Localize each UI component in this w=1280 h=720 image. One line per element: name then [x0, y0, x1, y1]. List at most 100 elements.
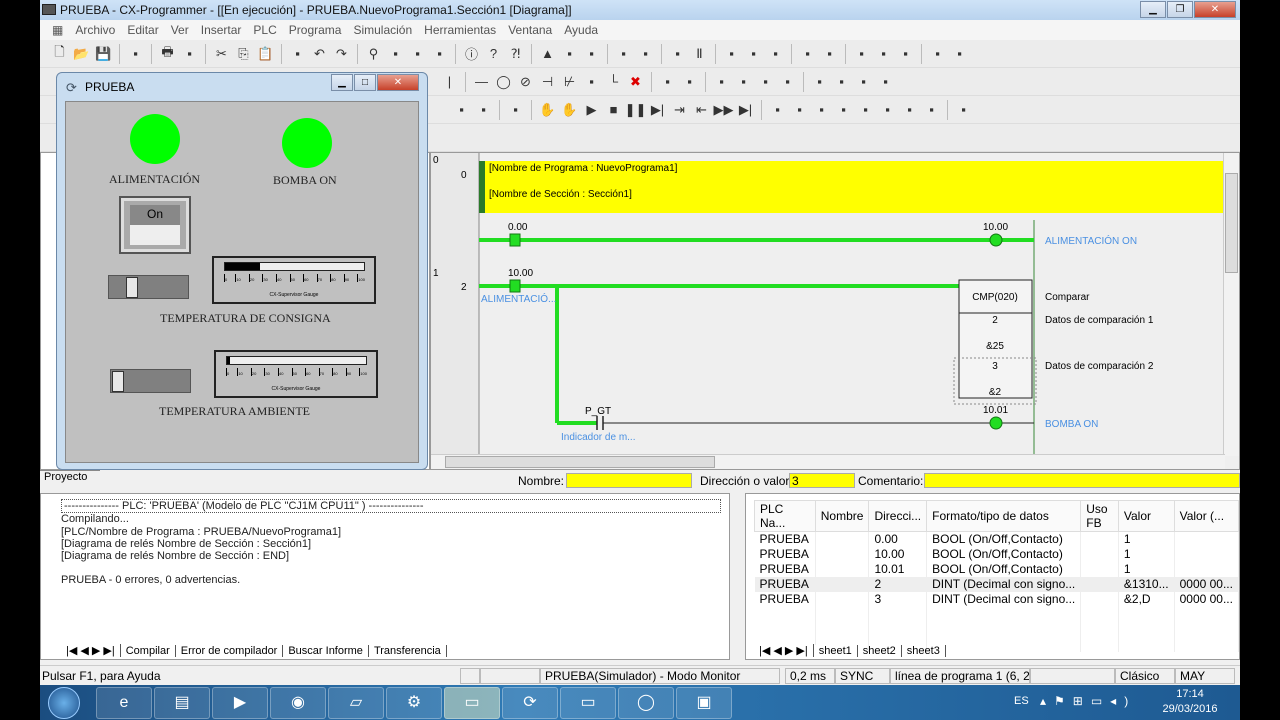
- step-icon[interactable]: ▶|: [648, 100, 667, 119]
- menu-programa[interactable]: Programa: [283, 23, 348, 37]
- g5-icon[interactable]: ▪: [856, 100, 875, 119]
- g3-icon[interactable]: ▪: [812, 100, 831, 119]
- g2-icon[interactable]: ▪: [790, 100, 809, 119]
- taskbar-firefox-icon[interactable]: ◉: [270, 687, 326, 719]
- contact-10.00[interactable]: [509, 279, 521, 293]
- delete-icon[interactable]: ✖: [626, 72, 645, 91]
- plc-setup-icon[interactable]: ▪: [820, 44, 839, 63]
- menu-herramientas[interactable]: Herramientas: [418, 23, 502, 37]
- info-icon[interactable]: ⓘ: [462, 44, 481, 63]
- tab-compilar[interactable]: Compilar: [120, 644, 176, 657]
- g8-icon[interactable]: ▪: [922, 100, 941, 119]
- start-button[interactable]: [48, 687, 80, 719]
- tab-sheet2[interactable]: sheet2: [858, 644, 902, 657]
- view-icon[interactable]: ▪: [658, 72, 677, 91]
- run-icon[interactable]: ▶▶: [714, 100, 734, 119]
- play-icon[interactable]: ▶: [582, 100, 601, 119]
- warning-icon[interactable]: ▲: [538, 44, 557, 63]
- column-header[interactable]: Formato/tipo de datos: [926, 500, 1082, 532]
- debug-icon[interactable]: ▪: [744, 44, 763, 63]
- paste-special-icon[interactable]: ▪: [288, 44, 307, 63]
- taskbar-app-icon[interactable]: ⚙: [386, 687, 442, 719]
- sym-icon[interactable]: ▪: [712, 72, 731, 91]
- taskbar-media-icon[interactable]: ▶: [212, 687, 268, 719]
- table-icon[interactable]: ▪: [810, 72, 829, 91]
- mdi-icon[interactable]: ▦: [46, 23, 69, 37]
- tab-sheet3[interactable]: sheet3: [902, 644, 946, 657]
- comment-input[interactable]: [924, 473, 1240, 488]
- g4-icon[interactable]: ▪: [834, 100, 853, 119]
- table2-icon[interactable]: ▪: [832, 72, 851, 91]
- memory-icon[interactable]: ▪: [874, 44, 893, 63]
- tab-transferencia[interactable]: Transferencia: [369, 644, 447, 657]
- taskbar-monitor-icon[interactable]: ▣: [676, 687, 732, 719]
- sim-a-icon[interactable]: ▪: [452, 100, 471, 119]
- tray-icons[interactable]: ▴⚑⊞▭◂): [1040, 694, 1136, 708]
- column-header[interactable]: Nombre: [814, 500, 870, 532]
- taskbar-explorer-icon[interactable]: ▤: [154, 687, 210, 719]
- redo-icon[interactable]: ↷: [332, 44, 351, 63]
- not-coil-icon[interactable]: ⊘: [516, 72, 535, 91]
- table-row[interactable]: PRUEBA 10.00 BOOL (On/Off,Contacto) 1: [754, 546, 1240, 562]
- stop-icon[interactable]: ■: [604, 100, 623, 119]
- zoom-icon[interactable]: ▪: [680, 72, 699, 91]
- tab-proyecto[interactable]: Proyecto: [40, 470, 100, 486]
- ladder-diagram[interactable]: 0 0 1 2 [Nombre de Programa : NuevoProgr…: [430, 152, 1240, 470]
- wire-icon[interactable]: |: [440, 72, 459, 91]
- context-help-icon[interactable]: ⁈: [506, 44, 525, 63]
- column-header[interactable]: Valor (...: [1173, 500, 1240, 532]
- step-in-icon[interactable]: ⇥: [670, 100, 689, 119]
- clock-date[interactable]: 29/03/2016: [1154, 703, 1226, 715]
- contact-0.00[interactable]: [509, 233, 521, 247]
- contact-icon[interactable]: ⊣: [538, 72, 557, 91]
- coil-icon[interactable]: ◯: [494, 72, 513, 91]
- tab-sheet1[interactable]: sheet1: [813, 644, 858, 657]
- menu-archivo[interactable]: Archivo: [69, 23, 121, 37]
- taskbar-refresh-icon[interactable]: ◯: [618, 687, 674, 719]
- print-preview-icon[interactable]: ▪: [180, 44, 199, 63]
- taskbar-cx-programmer-icon[interactable]: ▭: [444, 687, 500, 719]
- clock-time[interactable]: 17:14: [1158, 688, 1222, 700]
- name-input[interactable]: [566, 473, 692, 488]
- end-icon[interactable]: ▶|: [736, 100, 755, 119]
- table3-icon[interactable]: ▪: [854, 72, 873, 91]
- hand-icon[interactable]: ✋: [538, 100, 557, 119]
- coil-10.00[interactable]: [989, 233, 1003, 247]
- monitor-icon[interactable]: ▪: [722, 44, 741, 63]
- column-header[interactable]: Uso FB: [1080, 500, 1119, 532]
- diff-icon[interactable]: ▪: [928, 44, 947, 63]
- menu-insertar[interactable]: Insertar: [195, 23, 248, 37]
- menu-simulacion[interactable]: Simulación: [347, 23, 418, 37]
- copy-icon[interactable]: ⎘: [234, 44, 253, 63]
- io-table-icon[interactable]: ▪: [852, 44, 871, 63]
- table-row[interactable]: PRUEBA 2 DINT (Decimal con signo... &1310..…: [754, 576, 1240, 592]
- corner-icon[interactable]: └: [604, 72, 623, 91]
- sym3-icon[interactable]: ▪: [756, 72, 775, 91]
- cut-icon[interactable]: ✂: [212, 44, 231, 63]
- sym4-icon[interactable]: ▪: [778, 72, 797, 91]
- find-file-icon[interactable]: ▪: [126, 44, 145, 63]
- hand2-icon[interactable]: ✋: [560, 100, 579, 119]
- tab-nav-icon[interactable]: |◀ ◀ ▶ ▶|: [61, 644, 121, 657]
- pause-icon[interactable]: Ⅱ: [690, 44, 709, 63]
- plc-info-icon[interactable]: ▪: [798, 44, 817, 63]
- replace-icon[interactable]: ▪: [386, 44, 405, 63]
- address-icon[interactable]: ▪: [430, 44, 449, 63]
- taskbar-folder-icon[interactable]: ▱: [328, 687, 384, 719]
- menu-editar[interactable]: Editar: [121, 23, 164, 37]
- data-trace-icon[interactable]: ▪: [950, 44, 969, 63]
- close-button[interactable]: ✕: [377, 74, 419, 91]
- sym2-icon[interactable]: ▪: [734, 72, 753, 91]
- g6-icon[interactable]: ▪: [878, 100, 897, 119]
- column-header[interactable]: Direcci...: [868, 500, 928, 532]
- step-out-icon[interactable]: ⇤: [692, 100, 711, 119]
- coil-10.01[interactable]: [989, 416, 1003, 430]
- instr-icon[interactable]: ▪: [582, 72, 601, 91]
- minimize-button[interactable]: ▁: [331, 74, 353, 91]
- taskbar-ie-icon[interactable]: e: [96, 687, 152, 719]
- line-icon[interactable]: —: [472, 72, 491, 91]
- maximize-button[interactable]: □: [354, 74, 376, 91]
- search-warn-icon[interactable]: ▪: [582, 44, 601, 63]
- tab-error-compilador[interactable]: Error de compilador: [176, 644, 284, 657]
- vertical-scrollbar[interactable]: [1223, 153, 1239, 456]
